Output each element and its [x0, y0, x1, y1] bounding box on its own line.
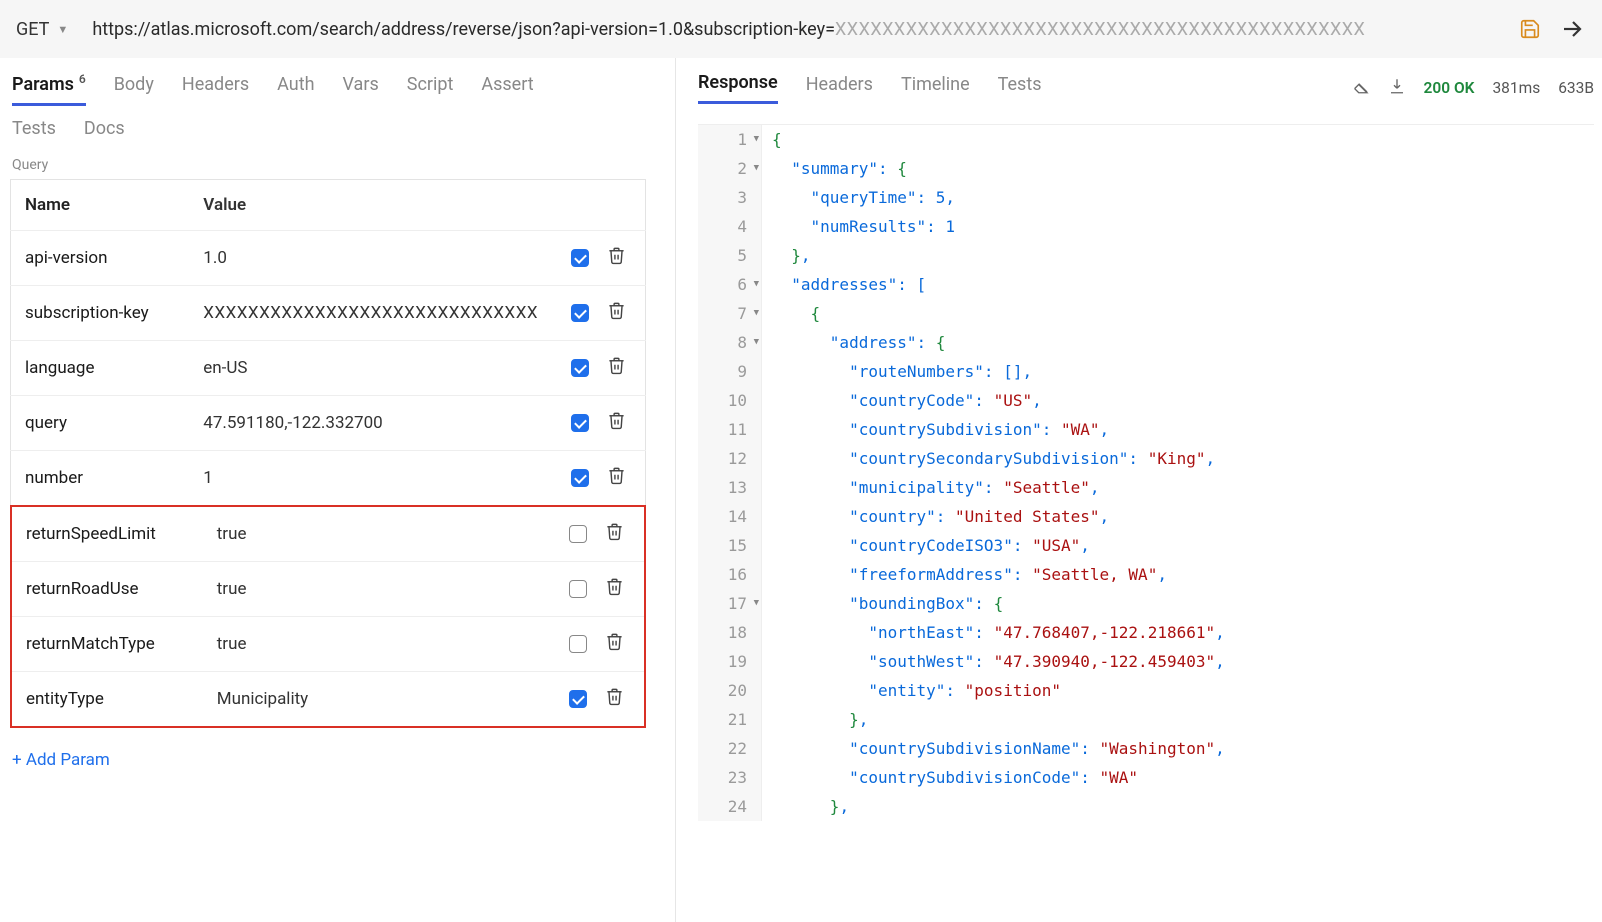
trash-icon[interactable]: [607, 301, 626, 325]
params-header-value: Value: [189, 180, 552, 231]
trash-icon[interactable]: [607, 246, 626, 270]
param-enabled-checkbox[interactable]: [571, 304, 589, 322]
param-name[interactable]: api-version: [11, 231, 190, 286]
param-enabled-checkbox[interactable]: [571, 414, 589, 432]
request-panel: Params 6BodyHeadersAuthVarsScriptAssert …: [0, 58, 676, 922]
url-input[interactable]: https://atlas.microsoft.com/search/addre…: [92, 19, 1502, 40]
http-method-label: GET: [16, 19, 49, 40]
tab-assert[interactable]: Assert: [481, 74, 533, 103]
param-name[interactable]: language: [11, 341, 190, 396]
response-body[interactable]: 1▼{2▼ "summary": {3 "queryTime": 5,4 "nu…: [698, 124, 1594, 922]
params-header-actions: [552, 180, 645, 231]
param-value[interactable]: en-US: [189, 341, 552, 396]
param-value[interactable]: true: [203, 617, 549, 672]
download-icon[interactable]: [1388, 77, 1406, 99]
add-param-button[interactable]: + Add Param: [8, 728, 110, 770]
param-name[interactable]: query: [11, 396, 190, 451]
url-masked: XXXXXXXXXXXXXXXXXXXXXXXXXXXXXXXXXXXXXXXX…: [835, 19, 1365, 40]
param-row: returnMatchTypetrue: [11, 617, 645, 672]
query-section-label: Query: [8, 157, 667, 173]
clear-response-icon[interactable]: [1352, 77, 1370, 99]
request-tabs-row2: Tests Docs: [8, 118, 667, 139]
param-enabled-checkbox[interactable]: [569, 580, 587, 598]
params-table: Name Value api-version1.0subscription-ke…: [10, 179, 646, 506]
response-tab-headers[interactable]: Headers: [806, 74, 873, 103]
param-value[interactable]: XXXXXXXXXXXXXXXXXXXXXXXXXXXXXX: [189, 286, 552, 341]
highlighted-params: returnSpeedLimittruereturnRoadUsetrueret…: [10, 505, 646, 728]
tab-params[interactable]: Params 6: [12, 72, 86, 106]
param-row: entityTypeMunicipality: [11, 672, 645, 728]
param-row: returnSpeedLimittrue: [11, 506, 645, 562]
param-enabled-checkbox[interactable]: [569, 690, 587, 708]
param-name[interactable]: subscription-key: [11, 286, 190, 341]
response-tab-timeline[interactable]: Timeline: [901, 74, 970, 103]
param-value[interactable]: Municipality: [203, 672, 549, 728]
tab-auth[interactable]: Auth: [277, 74, 314, 103]
param-enabled-checkbox[interactable]: [571, 469, 589, 487]
response-size: 633B: [1558, 79, 1594, 97]
tab-vars[interactable]: Vars: [343, 74, 379, 103]
response-tab-response[interactable]: Response: [698, 72, 778, 104]
tab-docs[interactable]: Docs: [84, 118, 125, 139]
trash-icon[interactable]: [605, 577, 624, 601]
param-row: api-version1.0: [11, 231, 646, 286]
chevron-down-icon: ▼: [57, 23, 68, 36]
param-row: query47.591180,-122.332700: [11, 396, 646, 451]
params-header-name: Name: [11, 180, 190, 231]
param-value[interactable]: 1.0: [189, 231, 552, 286]
param-name[interactable]: returnSpeedLimit: [11, 506, 203, 562]
http-method-select[interactable]: GET ▼: [16, 19, 78, 40]
param-value[interactable]: 1: [189, 451, 552, 506]
request-tabs-row1: Params 6 Body Headers Auth Vars Script Assert: [8, 72, 667, 106]
param-row: returnRoadUsetrue: [11, 562, 645, 617]
trash-icon[interactable]: [607, 356, 626, 380]
param-enabled-checkbox[interactable]: [571, 249, 589, 267]
response-status: 200 OK: [1424, 79, 1475, 97]
response-meta: 200 OK 381ms 633B: [1352, 77, 1594, 99]
url-bar: GET ▼ https://atlas.microsoft.com/search…: [0, 0, 1602, 58]
param-row: subscription-keyXXXXXXXXXXXXXXXXXXXXXXXX…: [11, 286, 646, 341]
param-name[interactable]: returnRoadUse: [11, 562, 203, 617]
param-value[interactable]: true: [203, 506, 549, 562]
tab-body[interactable]: Body: [114, 74, 154, 103]
trash-icon[interactable]: [607, 466, 626, 490]
param-name[interactable]: returnMatchType: [11, 617, 203, 672]
param-name[interactable]: number: [11, 451, 190, 506]
param-row: languageen-US: [11, 341, 646, 396]
send-arrow-icon[interactable]: [1558, 15, 1586, 43]
param-enabled-checkbox[interactable]: [569, 635, 587, 653]
trash-icon[interactable]: [605, 687, 624, 711]
param-value[interactable]: 47.591180,-122.332700: [189, 396, 552, 451]
trash-icon[interactable]: [605, 522, 624, 546]
param-row: number1: [11, 451, 646, 506]
tab-tests[interactable]: Tests: [12, 118, 56, 139]
trash-icon[interactable]: [607, 411, 626, 435]
response-time: 381ms: [1492, 79, 1540, 97]
response-tabs: Response Headers Timeline Tests 200 OK 381m…: [698, 72, 1594, 104]
url-text: https://atlas.microsoft.com/search/addre…: [92, 19, 835, 40]
response-panel: Response Headers Timeline Tests 200 OK 381m…: [676, 58, 1602, 922]
param-name[interactable]: entityType: [11, 672, 203, 728]
tab-script[interactable]: Script: [407, 74, 454, 103]
trash-icon[interactable]: [605, 632, 624, 656]
tab-headers[interactable]: Headers: [182, 74, 249, 103]
param-value[interactable]: true: [203, 562, 549, 617]
save-icon[interactable]: [1516, 15, 1544, 43]
param-enabled-checkbox[interactable]: [571, 359, 589, 377]
response-tab-tests[interactable]: Tests: [998, 74, 1042, 103]
param-enabled-checkbox[interactable]: [569, 525, 587, 543]
